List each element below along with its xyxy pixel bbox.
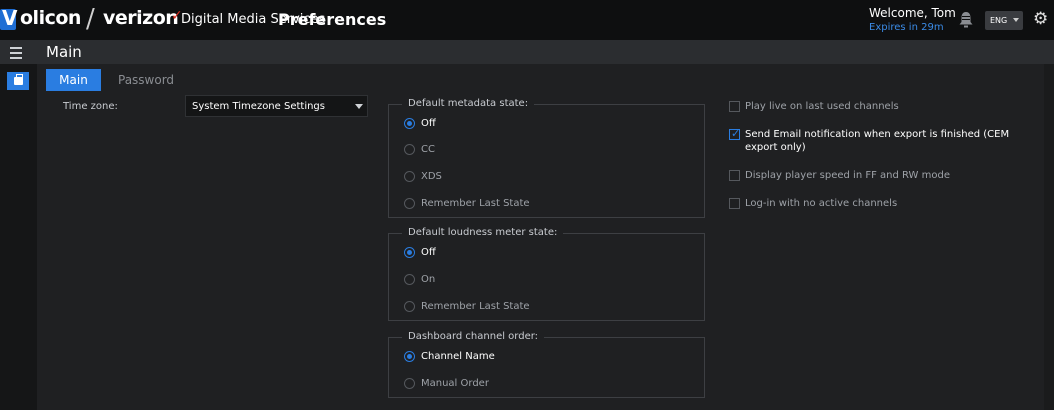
manual-order-radio[interactable] [404,378,415,389]
metadata-off-radio[interactable] [404,118,415,129]
metadata-cc-label: CC [421,144,435,155]
play-live-label: Play live on last used channels [745,101,899,112]
welcome-text[interactable]: Welcome, Tom [869,6,956,20]
briefcase-icon [14,74,23,85]
tab-password[interactable]: Password [118,73,174,87]
loudness-remember-label: Remember Last State [421,301,530,312]
loudness-off-label: Off [421,247,436,258]
right-edge [1044,64,1054,410]
verizon-logo-text: verizon [103,7,179,29]
bell-icon[interactable] [958,11,974,29]
metadata-remember-radio[interactable] [404,198,415,209]
metadata-off-label: Off [421,118,436,129]
channel-name-label: Channel Name [421,351,495,362]
loudness-remember-radio[interactable] [404,301,415,312]
login-no-channels-label: Log-in with no active channels [745,198,898,209]
tab-main[interactable]: Main [46,69,101,91]
email-notification-checkbox[interactable] [729,127,740,140]
loudness-on-radio[interactable] [404,274,415,285]
email-notification-label: Send Email notification when export is f… [745,129,1010,153]
manual-order-label: Manual Order [421,378,489,389]
loudness-on-label: On [421,274,436,285]
channel-name-radio[interactable] [404,351,415,362]
loudness-legend: Default loudness meter state: [402,227,564,238]
timezone-select[interactable]: System Timezone Settings [185,95,368,117]
loudness-off-radio[interactable] [404,247,415,258]
player-speed-label: Display player speed in FF and RW mode [745,170,950,181]
play-live-checkbox[interactable] [729,101,740,112]
volicon-logo-text: olicon [20,7,81,29]
channel-order-legend: Dashboard channel order: [402,331,545,342]
logo-divider: / [86,4,95,34]
metadata-remember-label: Remember Last State [421,198,530,209]
sub-header [0,40,1054,64]
logo-letter: V [2,6,18,30]
section-title: Main [46,43,82,61]
gear-icon[interactable]: ⚙ [1033,9,1051,29]
metadata-xds-label: XDS [421,171,442,182]
chevron-down-icon [1013,18,1019,22]
metadata-xds-radio[interactable] [404,171,415,182]
login-no-channels-checkbox[interactable] [729,198,740,209]
menu-icon[interactable] [10,47,22,59]
chevron-down-icon [355,104,363,109]
metadata-legend: Default metadata state: [402,98,535,109]
page-title: Preferences [278,10,387,29]
player-speed-checkbox[interactable] [729,170,740,181]
timezone-label: Time zone: [63,101,118,112]
metadata-cc-radio[interactable] [404,144,415,155]
session-expires: Expires in 29m [869,22,944,33]
left-rail [0,64,37,410]
